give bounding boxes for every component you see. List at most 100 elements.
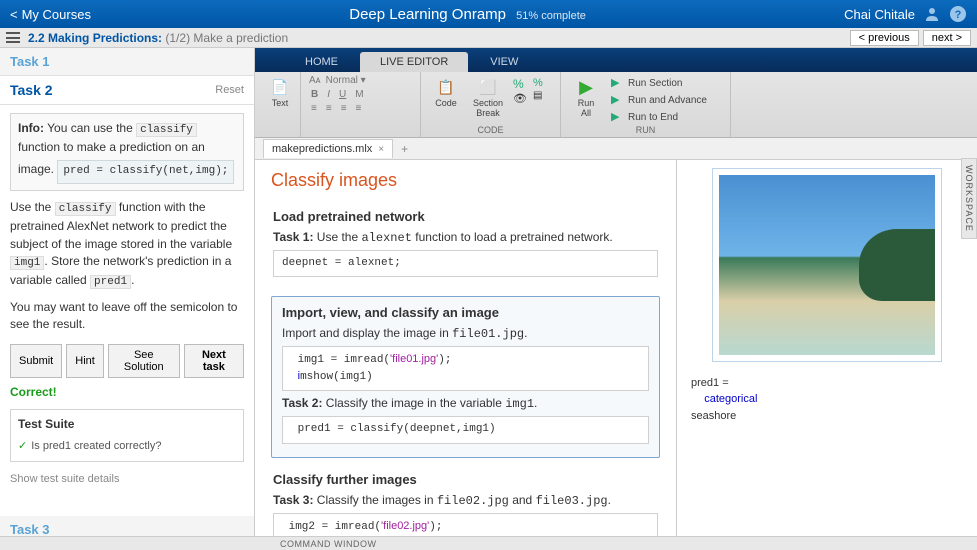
tab-home[interactable]: HOME xyxy=(285,52,358,72)
run-to-end-button[interactable]: ▶Run to End xyxy=(609,109,709,125)
next-task-button[interactable]: Next task xyxy=(184,344,244,378)
info-box: Info: You can use the classify function … xyxy=(10,113,244,191)
breadcrumb: 2.2 Making Predictions: (1/2) Make a pre… xyxy=(28,31,288,45)
percent-icon[interactable]: % xyxy=(513,77,527,91)
show-suite-details-link[interactable]: Show test suite details xyxy=(10,472,244,488)
run-all-button[interactable]: ▶ Run All xyxy=(569,75,603,121)
previous-button[interactable]: < previous xyxy=(850,30,919,46)
header-right: Chai Chitale ? xyxy=(844,5,967,23)
task-2-header: Task 2 Reset xyxy=(0,76,254,105)
course-progress: 51% complete xyxy=(516,10,586,22)
tab-view[interactable]: VIEW xyxy=(470,52,538,72)
refactor-icon[interactable]: 👁 xyxy=(513,92,527,105)
section-break-icon: ⬜ xyxy=(478,77,498,97)
underline-button[interactable]: U xyxy=(337,89,348,100)
output-text: pred1 = categorical seashore xyxy=(685,372,969,429)
doc-section-2: Import, view, and classify an image Impo… xyxy=(271,296,660,457)
code-block-4[interactable]: img2 = imread('file02.jpg'); xyxy=(273,513,658,536)
section-2-heading: Import, view, and classify an image xyxy=(282,305,649,320)
help-icon[interactable]: ? xyxy=(949,5,967,23)
file-tab[interactable]: makepredictions.mlx × xyxy=(263,139,393,158)
text-icon: 📄 xyxy=(270,77,290,97)
code-button[interactable]: 📋 Code xyxy=(429,75,463,111)
output-figure[interactable] xyxy=(712,168,942,362)
back-to-courses-link[interactable]: < My Courses xyxy=(10,7,91,22)
run-advance-button[interactable]: ▶Run and Advance xyxy=(609,92,709,108)
new-tab-button[interactable]: + xyxy=(395,140,414,158)
section-break-button[interactable]: ⬜ Section Break xyxy=(469,75,507,121)
course-title: Deep Learning Onramp xyxy=(349,6,506,23)
breadcrumb-bar: 2.2 Making Predictions: (1/2) Make a pre… xyxy=(0,28,977,48)
command-window-bar[interactable]: COMMAND WINDOW xyxy=(0,536,977,550)
info-code: pred = classify(net,img); xyxy=(57,160,234,184)
close-icon[interactable]: × xyxy=(378,144,384,155)
code-block-3[interactable]: pred1 = classify(deepnet,img1) xyxy=(282,416,649,443)
doc-section-3: Classify further images Task 3: Classify… xyxy=(271,468,660,536)
indent-button[interactable]: ≡ xyxy=(354,103,364,114)
info-label: Info: xyxy=(18,121,44,135)
font-size-icon[interactable]: Aᴀ xyxy=(309,75,321,86)
numbered-list-button[interactable]: ≡ xyxy=(324,103,334,114)
task-2-title: Task 2 xyxy=(10,82,53,98)
section-3-heading: Classify further images xyxy=(273,472,658,487)
ribbon-tabstrip: HOME LIVE EDITOR VIEW xyxy=(255,48,977,72)
test-suite-item: ✓ Is pred1 created correctly? xyxy=(18,439,236,455)
section-1-heading: Load pretrained network xyxy=(273,209,658,224)
code-icon: 📋 xyxy=(436,77,456,97)
outdent-button[interactable]: ≡ xyxy=(339,103,349,114)
svg-text:?: ? xyxy=(955,9,962,21)
chevron-left-icon: < xyxy=(10,7,18,22)
app-header: < My Courses Deep Learning Onramp 51% co… xyxy=(0,0,977,28)
see-solution-button[interactable]: See Solution xyxy=(108,344,180,378)
crumb-step: (1/2) xyxy=(165,31,190,45)
task-instruction: Use the classify function with the pretr… xyxy=(10,199,244,291)
run-section-icon: ▶ xyxy=(611,76,625,90)
output-type: categorical xyxy=(704,393,757,405)
course-title-area: Deep Learning Onramp 51% complete xyxy=(91,6,844,23)
task-2-body: Info: You can use the classify function … xyxy=(0,105,254,496)
test-suite-box: Test Suite ✓ Is pred1 created correctly? xyxy=(10,409,244,462)
file-tabstrip: makepredictions.mlx × + xyxy=(255,138,977,160)
comment-icon[interactable]: % xyxy=(533,77,543,89)
doc-title: Classify images xyxy=(271,170,660,191)
user-name: Chai Chitale xyxy=(844,7,915,22)
check-icon: ✓ xyxy=(18,439,27,455)
run-advance-icon: ▶ xyxy=(611,93,625,107)
live-script-document[interactable]: Classify images Load pretrained network … xyxy=(255,160,677,536)
italic-button[interactable]: I xyxy=(325,89,332,100)
mono-button[interactable]: M xyxy=(353,89,365,100)
reset-link[interactable]: Reset xyxy=(215,84,244,96)
doc-section-1: Load pretrained network Task 1: Use the … xyxy=(271,205,660,286)
beach-image xyxy=(719,175,935,355)
list-button[interactable]: ≡ xyxy=(309,103,319,114)
crumb-name: Make a prediction xyxy=(193,31,288,45)
user-icon[interactable] xyxy=(923,5,941,23)
test-suite-title: Test Suite xyxy=(18,416,236,433)
submit-button[interactable]: Submit xyxy=(10,344,62,378)
task-panel: Task 1 Task 2 Reset Info: You can use th… xyxy=(0,48,255,536)
code-block-2[interactable]: img1 = imread('file01.jpg'); imshow(img1… xyxy=(282,346,649,391)
correct-label: Correct! xyxy=(10,384,244,401)
crumb-section: 2.2 Making Predictions: xyxy=(28,31,162,45)
run-section-button[interactable]: ▶Run Section xyxy=(609,75,709,91)
output-value: seashore xyxy=(691,410,736,422)
style-dropdown[interactable]: Normal ▾ xyxy=(326,75,366,86)
file-tab-label: makepredictions.mlx xyxy=(272,143,372,155)
classify-inline: classify xyxy=(136,123,197,137)
next-button[interactable]: next > xyxy=(923,30,971,46)
code-group-label: CODE xyxy=(429,125,552,135)
menu-icon[interactable] xyxy=(6,32,20,43)
run-group-label: RUN xyxy=(569,125,722,135)
hint-button[interactable]: Hint xyxy=(66,344,104,378)
bold-button[interactable]: B xyxy=(309,89,320,100)
code-block-1[interactable]: deepnet = alexnet; xyxy=(273,250,658,277)
run-end-icon: ▶ xyxy=(611,110,625,124)
task-1-header[interactable]: Task 1 xyxy=(0,48,254,76)
output-column: pred1 = categorical seashore xyxy=(677,160,977,536)
task-3-header[interactable]: Task 3 xyxy=(0,516,254,536)
task-hint-text: You may want to leave off the semicolon … xyxy=(10,299,244,334)
text-button[interactable]: 📄 Text xyxy=(263,75,297,111)
config-icon[interactable]: ▤ xyxy=(533,90,543,101)
ribbon-toolbar: 📄 Text Aᴀ Normal ▾ B I U M xyxy=(255,72,977,138)
tab-live-editor[interactable]: LIVE EDITOR xyxy=(360,52,468,72)
